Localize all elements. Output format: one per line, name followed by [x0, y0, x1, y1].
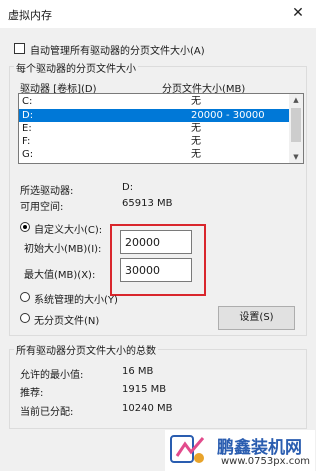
initial-size-value: 20000 — [125, 236, 160, 249]
auto-manage-checkbox[interactable]: 自动管理所有驱动器的分页文件大小(A) — [14, 42, 264, 57]
initial-size-input[interactable]: 20000 — [120, 230, 192, 254]
drive-row-letter: F: — [22, 136, 31, 147]
drive-row-letter: C: — [22, 96, 33, 107]
watermark-title: 鹏鑫装机网 — [217, 438, 302, 458]
system-managed-radio[interactable]: 系统管理的大小(Y) — [20, 291, 130, 306]
drive-row-size: 无 — [191, 149, 201, 160]
watermark: 鹏鑫装机网 www.0753px.com — [165, 430, 315, 471]
title-bar: 虚拟内存 ✕ — [0, 0, 316, 28]
custom-size-label: 自定义大小(C): — [34, 225, 103, 236]
totals-group-legend: 所有驱动器分页文件大小的总数 — [14, 342, 158, 357]
custom-size-radio-dot[interactable] — [20, 222, 30, 232]
max-size-label: 最大值(MB)(X): — [24, 270, 96, 281]
window-title: 虚拟内存 — [8, 9, 52, 22]
drive-row-e[interactable]: E: 无 — [19, 122, 289, 135]
close-icon: ✕ — [292, 5, 304, 21]
min-allowed-value: 16 MB — [122, 366, 154, 377]
recommended-value: 1915 MB — [122, 384, 167, 395]
drive-row-c[interactable]: C: 无 — [19, 95, 289, 108]
drive-list-scrollbar[interactable]: ▲ ▼ — [289, 94, 303, 163]
no-paging-radio-dot[interactable] — [20, 313, 30, 323]
free-space-value: 65913 MB — [122, 198, 173, 209]
drive-list[interactable]: C: 无 D: 20000 - 30000 E: 无 F: 无 G: 无 ▲ ▼ — [18, 93, 304, 164]
system-managed-radio-dot[interactable] — [20, 292, 30, 302]
drive-row-size: 无 — [191, 123, 201, 134]
allocated-label: 当前已分配: — [20, 407, 74, 418]
allocated-value: 10240 MB — [122, 403, 173, 414]
scroll-up-icon[interactable]: ▲ — [289, 94, 303, 106]
drive-row-d[interactable]: D: 20000 - 30000 — [19, 109, 289, 122]
recommended-label: 推荐: — [20, 388, 44, 399]
close-button[interactable]: ✕ — [286, 2, 310, 24]
watermark-logo-icon — [170, 435, 205, 463]
drive-row-letter: D: — [22, 110, 34, 121]
drive-row-letter: G: — [22, 149, 34, 160]
scroll-down-icon[interactable]: ▼ — [289, 151, 303, 163]
per-drive-group-legend: 每个驱动器的分页文件大小 — [14, 60, 138, 75]
auto-manage-checkbox-box[interactable] — [14, 43, 25, 54]
no-paging-label: 无分页文件(N) — [34, 316, 100, 327]
auto-manage-label: 自动管理所有驱动器的分页文件大小(A) — [30, 46, 205, 57]
max-size-input[interactable]: 30000 — [120, 258, 192, 282]
max-size-value: 30000 — [125, 264, 160, 277]
drive-row-size: 无 — [191, 96, 201, 107]
initial-size-label: 初始大小(MB)(I): — [24, 244, 102, 255]
drive-row-g[interactable]: G: 无 — [19, 148, 289, 161]
min-allowed-label: 允许的最小值: — [20, 370, 84, 381]
drive-row-size: 无 — [191, 136, 201, 147]
free-space-label: 可用空间: — [20, 202, 64, 213]
no-paging-radio[interactable]: 无分页文件(N) — [20, 312, 130, 327]
selected-drive-label: 所选驱动器: — [20, 186, 74, 197]
drive-row-size: 20000 - 30000 — [191, 110, 265, 121]
set-button[interactable]: 设置(S) — [218, 306, 295, 330]
watermark-url: www.0753px.com — [221, 456, 311, 467]
drive-row-letter: E: — [22, 123, 32, 134]
set-button-label: 设置(S) — [239, 312, 274, 323]
drive-row-f[interactable]: F: 无 — [19, 135, 289, 148]
selected-drive-value: D: — [122, 182, 134, 193]
system-managed-label: 系统管理的大小(Y) — [34, 295, 118, 306]
scroll-thumb[interactable] — [291, 108, 301, 142]
